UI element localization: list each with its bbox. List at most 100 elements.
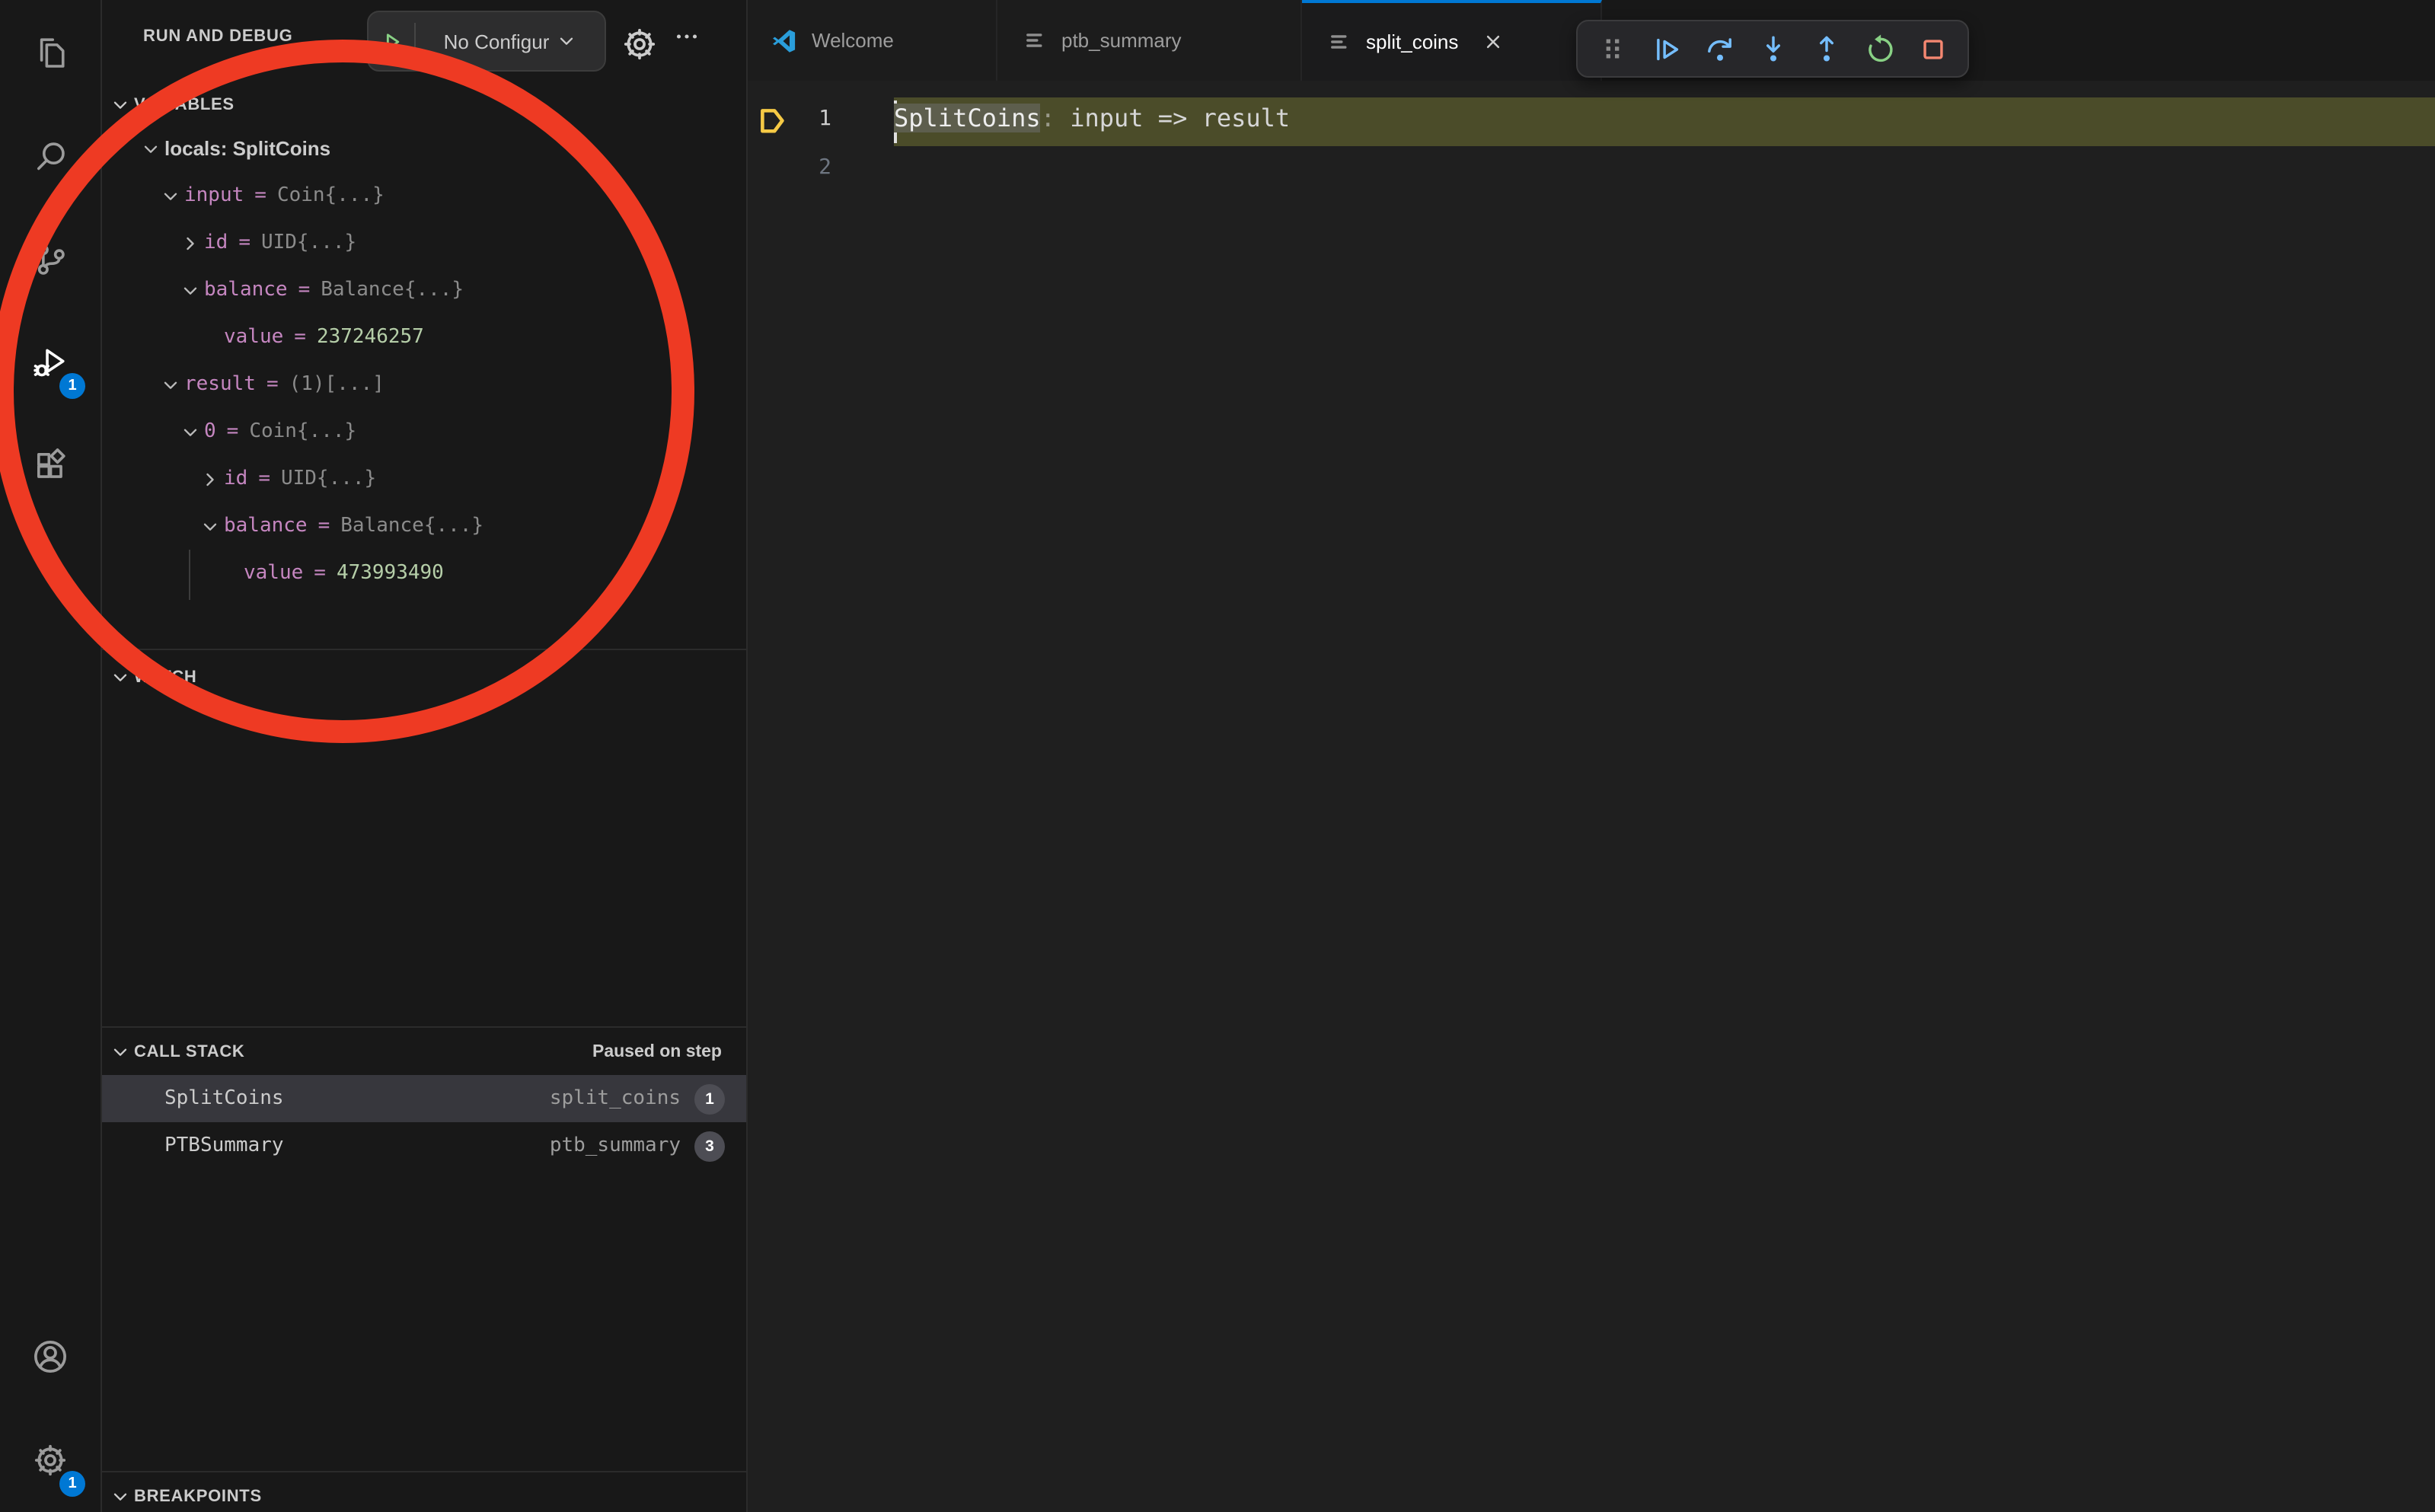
chevron-down-icon: [196, 515, 224, 537]
activity-settings[interactable]: 1: [0, 1408, 101, 1512]
variable-name: result: [184, 373, 256, 396]
equals-sign: =: [318, 515, 330, 537]
watch-section-header[interactable]: WATCH: [101, 658, 746, 697]
variable-row[interactable]: balance=Balance{...}: [101, 502, 746, 550]
chevron-down-icon: [177, 279, 204, 301]
continue-icon: [1648, 31, 1683, 66]
activity-search[interactable]: [0, 104, 101, 207]
frame-location: split_coins1: [550, 1083, 725, 1114]
variables-tree: locals: SplitCoinsinput=Coin{...}id=UID{…: [101, 125, 746, 597]
frame-name: SplitCoins: [164, 1087, 284, 1110]
activity-run-and-debug[interactable]: 1: [0, 311, 101, 414]
variable-value: (1)[...]: [289, 373, 385, 396]
chevron-right-icon: [196, 468, 224, 490]
ellipsis-icon[interactable]: [673, 23, 701, 50]
activity-account[interactable]: [0, 1305, 101, 1408]
variable-value: UID{...}: [281, 467, 376, 490]
stop-button[interactable]: [1910, 26, 1955, 72]
code-line-1[interactable]: SplitCoins: input => result: [894, 104, 1290, 132]
variable-row[interactable]: value=237246257: [101, 314, 746, 361]
gear-icon[interactable]: [618, 23, 661, 65]
close-icon[interactable]: [1481, 30, 1504, 53]
restart-icon: [1862, 31, 1897, 66]
equals-sign: =: [227, 420, 239, 443]
step-out-icon: [1808, 31, 1843, 66]
tab-split_coins[interactable]: split_coins: [1302, 0, 1602, 81]
continue-button[interactable]: [1643, 26, 1689, 72]
vscode-logo-icon: [771, 27, 798, 54]
list-file-icon: [1326, 29, 1352, 55]
call-stack-section-header[interactable]: CALL STACK Paused on step: [101, 1032, 746, 1072]
variable-name: 0: [204, 420, 216, 443]
variable-name: value: [224, 326, 283, 349]
variable-name: balance: [224, 515, 308, 537]
equals-sign: =: [238, 231, 251, 254]
variables-section: VARIABLES: [101, 85, 746, 125]
variables-section-header[interactable]: VARIABLES: [101, 85, 746, 125]
frame-location: ptb_summary3: [550, 1131, 725, 1161]
restart-button[interactable]: [1856, 26, 1902, 72]
activity-explorer[interactable]: [0, 0, 101, 104]
variable-name: id: [204, 231, 228, 254]
chevron-down-icon: [107, 667, 134, 688]
variable-row[interactable]: result=(1)[...]: [101, 361, 746, 408]
vscode-window: 1 1 RUN AND DEBUG No Configur VARIABLES: [0, 0, 2435, 1512]
debug-start-group: No Configur: [367, 11, 606, 72]
chevron-down-icon: [107, 94, 134, 116]
section-divider: [101, 1026, 746, 1028]
badge: 1: [59, 373, 85, 399]
variable-value: UID{...}: [261, 231, 356, 254]
paused-status-text: Paused on step: [592, 1043, 722, 1061]
code-editor[interactable]: 1 2 SplitCoins: input => result: [746, 81, 2435, 1512]
debug-config-dropdown[interactable]: No Configur: [416, 28, 605, 54]
grip-icon: [1597, 33, 1628, 64]
line-number: 2: [786, 155, 831, 180]
call-stack-frame[interactable]: SplitCoins split_coins1: [101, 1075, 746, 1122]
variable-row[interactable]: input=Coin{...}: [101, 172, 746, 219]
variable-row[interactable]: balance=Balance{...}: [101, 266, 746, 314]
variable-row[interactable]: id = UID{...}: [101, 219, 746, 266]
frame-file: split_coins: [550, 1087, 681, 1110]
chevron-right-icon: [177, 232, 204, 254]
call-stack-list: SplitCoins split_coins1 PTBSummary ptb_summ…: [101, 1075, 746, 1169]
start-debug-play-icon[interactable]: [369, 28, 414, 54]
account-icon: [29, 1335, 72, 1378]
step-into-icon: [1755, 31, 1790, 66]
toolbar-drag-handle[interactable]: [1590, 26, 1636, 72]
tab-label: split_coins: [1366, 30, 1458, 53]
chevron-down-icon: [157, 374, 184, 395]
tab-ptb_summary[interactable]: ptb_summary: [997, 0, 1302, 81]
breakpoints-section-title: BREAKPOINTS: [134, 1488, 262, 1506]
frame-name: PTBSummary: [164, 1134, 284, 1157]
breakpoints-section: BREAKPOINTS: [101, 1477, 746, 1512]
step-out-button[interactable]: [1803, 26, 1849, 72]
step-over-button[interactable]: [1696, 26, 1742, 72]
chevron-down-icon: [177, 421, 204, 442]
code-punct: :: [1041, 104, 1055, 132]
variable-value: Coin{...}: [249, 420, 356, 443]
section-divider: [101, 649, 746, 650]
variables-section-title: VARIABLES: [134, 96, 235, 114]
sidebar-title: RUN AND DEBUG: [143, 27, 293, 46]
variable-value: 473993490: [337, 562, 444, 585]
tab-Welcome[interactable]: Welcome: [746, 0, 997, 81]
step-over-icon: [1702, 31, 1737, 66]
variable-row[interactable]: id=UID{...}: [101, 455, 746, 502]
variable-value: Coin{...}: [277, 184, 385, 207]
step-into-button[interactable]: [1750, 26, 1795, 72]
tab-label: ptb_summary: [1061, 29, 1182, 52]
variable-row[interactable]: locals: SplitCoins: [101, 125, 746, 172]
variable-row[interactable]: value=473993490: [101, 550, 746, 597]
equals-sign: =: [298, 279, 311, 301]
variable-row[interactable]: 0 = Coin{...}: [101, 408, 746, 455]
call-stack-frame[interactable]: PTBSummary ptb_summary3: [101, 1122, 746, 1169]
breakpoints-section-header[interactable]: BREAKPOINTS: [101, 1477, 746, 1512]
chevron-down-icon: [555, 30, 576, 52]
activity-source-control[interactable]: [0, 207, 101, 311]
activity-extensions[interactable]: [0, 414, 101, 518]
highlighted-word: SplitCoins: [894, 104, 1041, 132]
editor-area: Welcome ptb_summary split_coins 1 2 SplitC…: [746, 0, 2435, 1512]
equals-sign: =: [254, 184, 266, 207]
tab-label: Welcome: [812, 29, 894, 52]
call-stack-section: CALL STACK Paused on step SplitCoinsspli…: [101, 1032, 746, 1072]
